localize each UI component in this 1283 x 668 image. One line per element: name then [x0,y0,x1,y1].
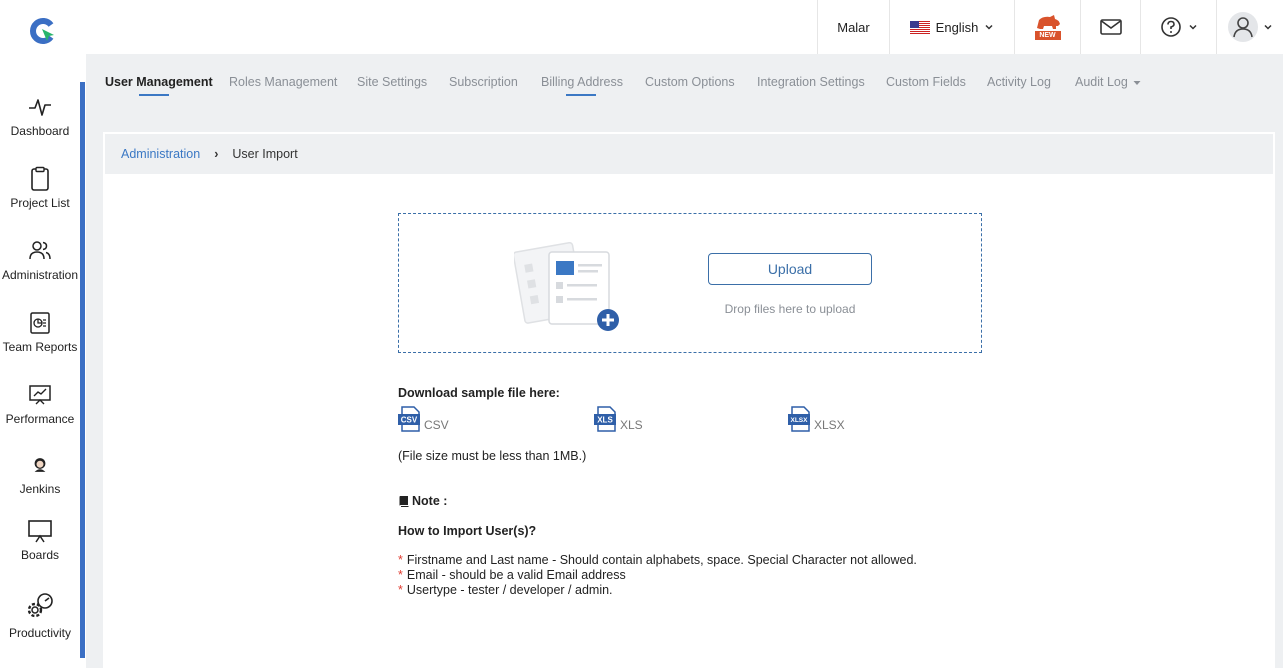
download-csv-link[interactable]: CSV CSV [398,406,449,432]
sidebar-item-label: Dashboard [10,124,70,138]
xlsx-label: XLSX [814,418,845,432]
rule-text: Firstname and Last name - Should contain… [406,553,917,567]
how-to-import-title: How to Import User(s)? [398,524,537,538]
whats-new-button[interactable]: NEW [1014,0,1080,54]
tab-bar: User Management Roles Management Site Se… [86,54,1283,132]
jenkins-icon [34,458,46,472]
sidebar-item-productivity[interactable]: Productivity [0,590,80,640]
tab-user-management[interactable]: User Management [105,75,213,89]
sidebar-item-label: Administration [1,268,79,282]
rule-text: Email - should be a valid Email address [406,568,626,582]
tab-subscription[interactable]: Subscription [449,75,518,89]
user-name-menu[interactable]: Malar [817,0,889,54]
tab-roles-management[interactable]: Roles Management [229,75,337,89]
gears-icon [27,593,53,618]
tab-activity-log[interactable]: Activity Log [987,75,1051,89]
sidebar-item-team-reports[interactable]: Team Reports [0,310,80,354]
caret-down-icon [1133,80,1141,85]
xlsx-file-icon: XLSX [788,406,810,432]
upload-button[interactable]: Upload [708,253,872,285]
book-icon [399,496,409,507]
download-xlsx-link[interactable]: XLSX XLSX [788,406,845,432]
new-badge: NEW [1034,31,1061,40]
note-title-text: Note : [412,494,448,508]
app-logo[interactable] [29,17,57,45]
chevron-down-icon [1188,24,1197,30]
pulse-icon [29,99,51,116]
chevron-down-icon [1264,24,1272,30]
breadcrumb-administration-link[interactable]: Administration [121,147,200,161]
sidebar-item-label: Project List [10,196,70,210]
xls-badge-text: XLS [597,416,613,425]
mail-icon [1099,19,1122,35]
breadcrumb-separator: › [214,147,219,161]
xls-label: XLS [620,418,643,432]
clipboard-icon [31,166,49,191]
sidebar-item-label: Team Reports [2,340,78,354]
tab-billing-address[interactable]: Billing Address [541,75,623,89]
tab-custom-fields[interactable]: Custom Fields [886,75,966,89]
note-heading: Note : [398,494,447,508]
mail-button[interactable] [1080,0,1140,54]
file-dropzone[interactable]: Upload Drop files here to upload [398,213,982,353]
list-item: * Usertype - tester / developer / admin. [398,583,917,598]
list-item: * Firstname and Last name - Should contai… [398,553,917,568]
board-icon [28,520,52,543]
sidebar-item-dashboard[interactable]: Dashboard [0,94,80,138]
required-star: * [398,583,403,597]
xls-file-icon: XLS [594,406,616,432]
profile-menu[interactable] [1216,0,1283,54]
sidebar-item-jenkins[interactable]: Jenkins [0,452,80,496]
rule-text: Usertype - tester / developer / admin. [406,583,613,597]
list-item: * Email - should be a valid Email address [398,568,917,583]
tab-integration-settings[interactable]: Integration Settings [757,75,865,89]
sidebar-item-label: Boards [20,548,60,562]
performance-icon [29,385,51,405]
breadcrumb: Administration › User Import [105,134,1273,174]
required-star: * [398,568,403,582]
tab-custom-options[interactable]: Custom Options [645,75,735,89]
sidebar-item-boards[interactable]: Boards [0,518,80,562]
csv-badge-text: CSV [401,416,418,425]
breadcrumb-current: User Import [232,147,298,161]
sidebar-item-project-list[interactable]: Project List [0,166,80,210]
sidebar-item-label: Performance [5,412,75,426]
file-size-note: (File size must be less than 1MB.) [398,449,587,463]
import-instructions: Download sample file here: CSV CSV XLS X… [398,386,1098,597]
drop-hint-text: Drop files here to upload [724,302,856,316]
tab-site-settings[interactable]: Site Settings [357,75,427,89]
download-xls-link[interactable]: XLS XLS [594,406,643,432]
tab-audit-log[interactable]: Audit Log [1075,75,1141,89]
user-name: Malar [837,19,870,35]
import-rules-list: * Firstname and Last name - Should contai… [398,553,917,598]
app-root: Malar English NEW Dashboard Project List… [0,0,1283,668]
active-tab-underline [139,94,169,96]
help-icon [1160,17,1181,37]
sidebar: Dashboard Project List Administration Te… [0,54,86,668]
top-bar: Malar English NEW [0,0,1283,54]
us-flag-icon [909,20,930,34]
sidebar-item-label: Productivity [8,626,72,640]
upload-documents-illustration [514,241,619,331]
sidebar-active-stripe [80,82,85,658]
help-menu[interactable] [1140,0,1216,54]
csv-label: CSV [424,418,449,432]
xlsx-badge-text: XLSX [791,417,809,424]
language-label: English [935,19,979,35]
language-selector[interactable]: English [889,0,1014,54]
download-sample-title: Download sample file here: [398,386,560,400]
report-icon [30,312,50,334]
tab-audit-log-label: Audit Log [1075,75,1128,89]
required-star: * [398,553,403,567]
sidebar-item-performance[interactable]: Performance [0,382,80,426]
sidebar-item-administration[interactable]: Administration [0,238,80,282]
sidebar-item-label: Jenkins [19,482,61,496]
users-icon [29,241,51,260]
avatar-icon [1228,12,1258,42]
csv-file-icon: CSV [398,406,420,432]
rhino-new-icon: NEW [1034,14,1062,40]
billing-tab-underline [566,94,596,96]
chevron-down-icon [985,24,993,30]
